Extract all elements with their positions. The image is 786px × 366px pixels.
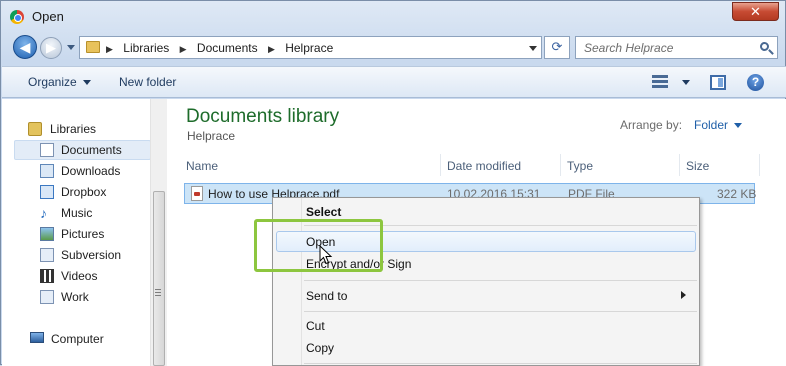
address-dropdown-icon[interactable] <box>529 46 537 51</box>
sidebar-item-label: Videos <box>61 269 98 283</box>
sidebar-scrollbar[interactable] <box>150 99 167 366</box>
column-divider[interactable] <box>560 154 561 176</box>
column-header-date-modified[interactable]: Date modified <box>447 159 521 173</box>
mouse-cursor-icon <box>319 245 333 265</box>
computer-icon <box>30 332 44 343</box>
sidebar-item-label: Pictures <box>61 227 105 241</box>
sidebar-item-label: Downloads <box>61 164 121 178</box>
window-title: Open <box>32 9 64 24</box>
search-box[interactable] <box>575 36 778 59</box>
column-header-type[interactable]: Type <box>567 159 593 173</box>
sidebar-item-label: Documents <box>61 143 122 157</box>
pdf-file-icon <box>191 186 203 201</box>
dropbox-icon <box>40 185 54 199</box>
arrange-by-dropdown[interactable]: Folder <box>694 118 742 132</box>
chrome-app-icon <box>10 10 24 24</box>
scrollbar-grip-icon <box>155 289 161 296</box>
search-icon[interactable] <box>760 42 769 51</box>
pictures-icon <box>40 227 54 241</box>
menu-item-send-to[interactable]: Send to <box>306 289 347 303</box>
menu-item-copy[interactable]: Copy <box>306 341 334 355</box>
music-icon: ♪ <box>40 205 47 221</box>
change-view-icon[interactable] <box>652 75 668 89</box>
documents-icon <box>40 143 54 157</box>
library-title: Documents library <box>186 106 340 127</box>
menu-separator <box>304 280 697 281</box>
help-icon[interactable]: ? <box>747 74 764 91</box>
sidebar-item-label: Subversion <box>61 248 122 262</box>
arrange-by-label: Arrange by: <box>620 118 683 132</box>
breadcrumb-documents[interactable]: Documents <box>197 41 258 55</box>
title-bar: Open ✕ <box>1 1 786 31</box>
sidebar-item-label: Work <box>61 290 89 304</box>
sidebar-item-label: Libraries <box>50 122 97 136</box>
file-size: 322 KB <box>717 187 757 201</box>
refresh-button[interactable]: ⟳ <box>544 36 570 59</box>
submenu-arrow-icon <box>681 291 686 299</box>
breadcrumb: ▶ Libraries ▶ Documents ▶ Helprace <box>106 41 333 55</box>
organize-button[interactable]: Organize <box>28 75 91 89</box>
breadcrumb-libraries[interactable]: Libraries <box>123 41 169 55</box>
work-icon <box>40 290 54 304</box>
column-divider[interactable] <box>440 154 441 176</box>
address-bar[interactable]: ▶ Libraries ▶ Documents ▶ Helprace <box>79 36 542 59</box>
back-button[interactable]: ◀ <box>13 35 37 59</box>
column-header-size[interactable]: Size <box>686 159 709 173</box>
sidebar-item-label: Music <box>61 206 93 220</box>
navigation-pane: Libraries Documents Downloads Dropbox ♪ … <box>2 99 167 366</box>
sidebar-item-label: Computer <box>51 332 104 346</box>
scrollbar-thumb[interactable] <box>153 191 165 366</box>
downloads-icon <box>40 164 54 178</box>
breadcrumb-separator-icon[interactable]: ▶ <box>180 44 187 54</box>
search-input[interactable] <box>582 39 752 56</box>
menu-item-cut[interactable]: Cut <box>306 319 325 333</box>
menu-separator <box>304 311 697 312</box>
breadcrumb-helprace[interactable]: Helprace <box>285 41 333 55</box>
library-subtitle: Helprace <box>187 129 236 143</box>
new-folder-button[interactable]: New folder <box>119 75 176 89</box>
menu-separator <box>304 363 697 364</box>
breadcrumb-separator-icon[interactable]: ▶ <box>268 44 275 54</box>
view-options-dropdown[interactable] <box>682 80 690 85</box>
subversion-icon <box>40 248 54 262</box>
sidebar-item-label: Dropbox <box>61 185 107 199</box>
command-toolbar: Organize New folder ? <box>2 66 786 98</box>
column-divider[interactable] <box>679 154 680 176</box>
column-header-name[interactable]: Name <box>186 159 218 173</box>
recent-locations-dropdown[interactable] <box>67 45 75 50</box>
breadcrumb-separator-icon[interactable]: ▶ <box>106 44 113 54</box>
preview-pane-icon[interactable] <box>710 75 726 90</box>
folder-icon <box>86 41 100 53</box>
open-dialog-window: Open ✕ ◀ ▶ ▶ Libraries ▶ Documents ▶ Hel… <box>0 0 786 366</box>
column-divider[interactable] <box>759 154 760 176</box>
videos-icon <box>40 269 54 283</box>
libraries-icon <box>28 122 42 136</box>
menu-item-select[interactable]: Select <box>306 205 341 219</box>
close-button[interactable]: ✕ <box>732 2 779 21</box>
forward-button[interactable]: ▶ <box>40 37 62 59</box>
